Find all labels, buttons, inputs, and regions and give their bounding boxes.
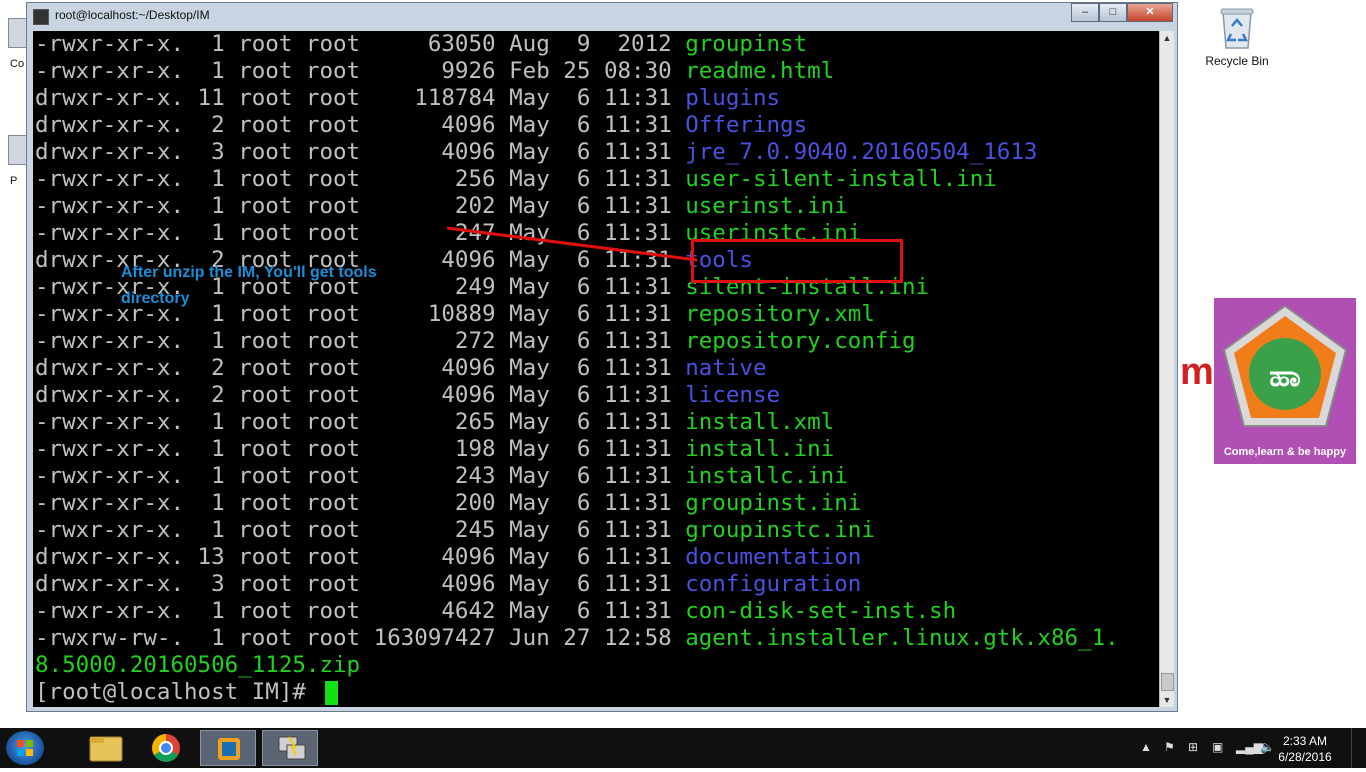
windows-logo-icon [17, 740, 33, 756]
desktop-icon-program[interactable]: P [0, 135, 28, 187]
logo-pentagon-icon: ಹಾ [1222, 304, 1348, 427]
show-desktop-button[interactable] [1351, 728, 1366, 768]
title-bar[interactable]: root@localhost:~/Desktop/IM – □ ✕ [27, 3, 1177, 29]
recycle-bin-icon [1220, 6, 1254, 50]
logo-label: Come,learn & be happy [1223, 446, 1347, 458]
window-title: root@localhost:~/Desktop/IM [55, 8, 210, 22]
desktop-icon-computer-label: Co [10, 58, 25, 70]
system-tray: ▲ ⚑ ⊞ ▣ ▂▄▆ 🔈 2:33 AM 6/28/2016 [1126, 728, 1366, 768]
scroll-up-icon[interactable]: ▲ [1160, 31, 1174, 45]
action-center-flag-icon[interactable]: ⚑ [1164, 741, 1176, 753]
red-letter-fragment: m [1180, 351, 1214, 393]
putty-icon [33, 9, 49, 25]
terminal-window[interactable]: root@localhost:~/Desktop/IM – □ ✕ -rwxr-… [26, 2, 1178, 712]
desktop-icon-program-label: P [10, 175, 18, 187]
desktop-icon-computer[interactable]: Co [0, 18, 28, 78]
annotation-arrow-line [446, 226, 698, 262]
logo-letters: ಹಾ [1269, 359, 1300, 394]
clock[interactable]: 2:33 AM 6/28/2016 [1270, 733, 1340, 765]
recycle-bin[interactable]: Recycle Bin [1200, 6, 1274, 68]
taskbar-explorer[interactable] [78, 730, 134, 766]
scroll-thumb[interactable] [1161, 673, 1174, 691]
device-icon[interactable]: ▣ [1212, 741, 1224, 753]
windows-update-icon[interactable]: ⊞ [1188, 741, 1200, 753]
terminal-output[interactable]: -rwxr-xr-x. 1 root root 63050 Aug 9 2012… [33, 31, 1159, 707]
program-icon [8, 135, 28, 165]
scroll-down-icon[interactable]: ▼ [1160, 693, 1174, 707]
recycle-bin-label: Recycle Bin [1205, 54, 1269, 68]
clock-time: 2:33 AM [1282, 734, 1328, 748]
network-signal-icon[interactable]: ▂▄▆ [1236, 741, 1263, 753]
annotation-highlight-box [691, 239, 903, 283]
minimize-button[interactable]: – [1071, 3, 1099, 22]
terminal-scrollbar[interactable]: ▲ ▼ [1159, 31, 1174, 707]
start-button[interactable] [6, 731, 44, 765]
show-hidden-icons-icon[interactable]: ▲ [1140, 741, 1152, 753]
taskbar-putty[interactable] [262, 730, 318, 766]
chrome-icon [152, 734, 180, 762]
taskbar-chrome[interactable] [138, 730, 194, 766]
vmware-icon [218, 738, 240, 760]
close-button[interactable]: ✕ [1127, 3, 1173, 22]
folder-icon [89, 736, 123, 762]
taskbar: ▲ ⚑ ⊞ ▣ ▂▄▆ 🔈 2:33 AM 6/28/2016 [0, 728, 1366, 768]
computer-icon [8, 18, 28, 48]
maximize-button[interactable]: □ [1099, 3, 1127, 22]
putty-taskbar-icon [278, 736, 306, 760]
clock-date: 6/28/2016 [1278, 750, 1332, 764]
channel-logo: ಹಾ Come,learn & be happy [1214, 298, 1356, 464]
taskbar-vmware[interactable] [200, 730, 256, 766]
